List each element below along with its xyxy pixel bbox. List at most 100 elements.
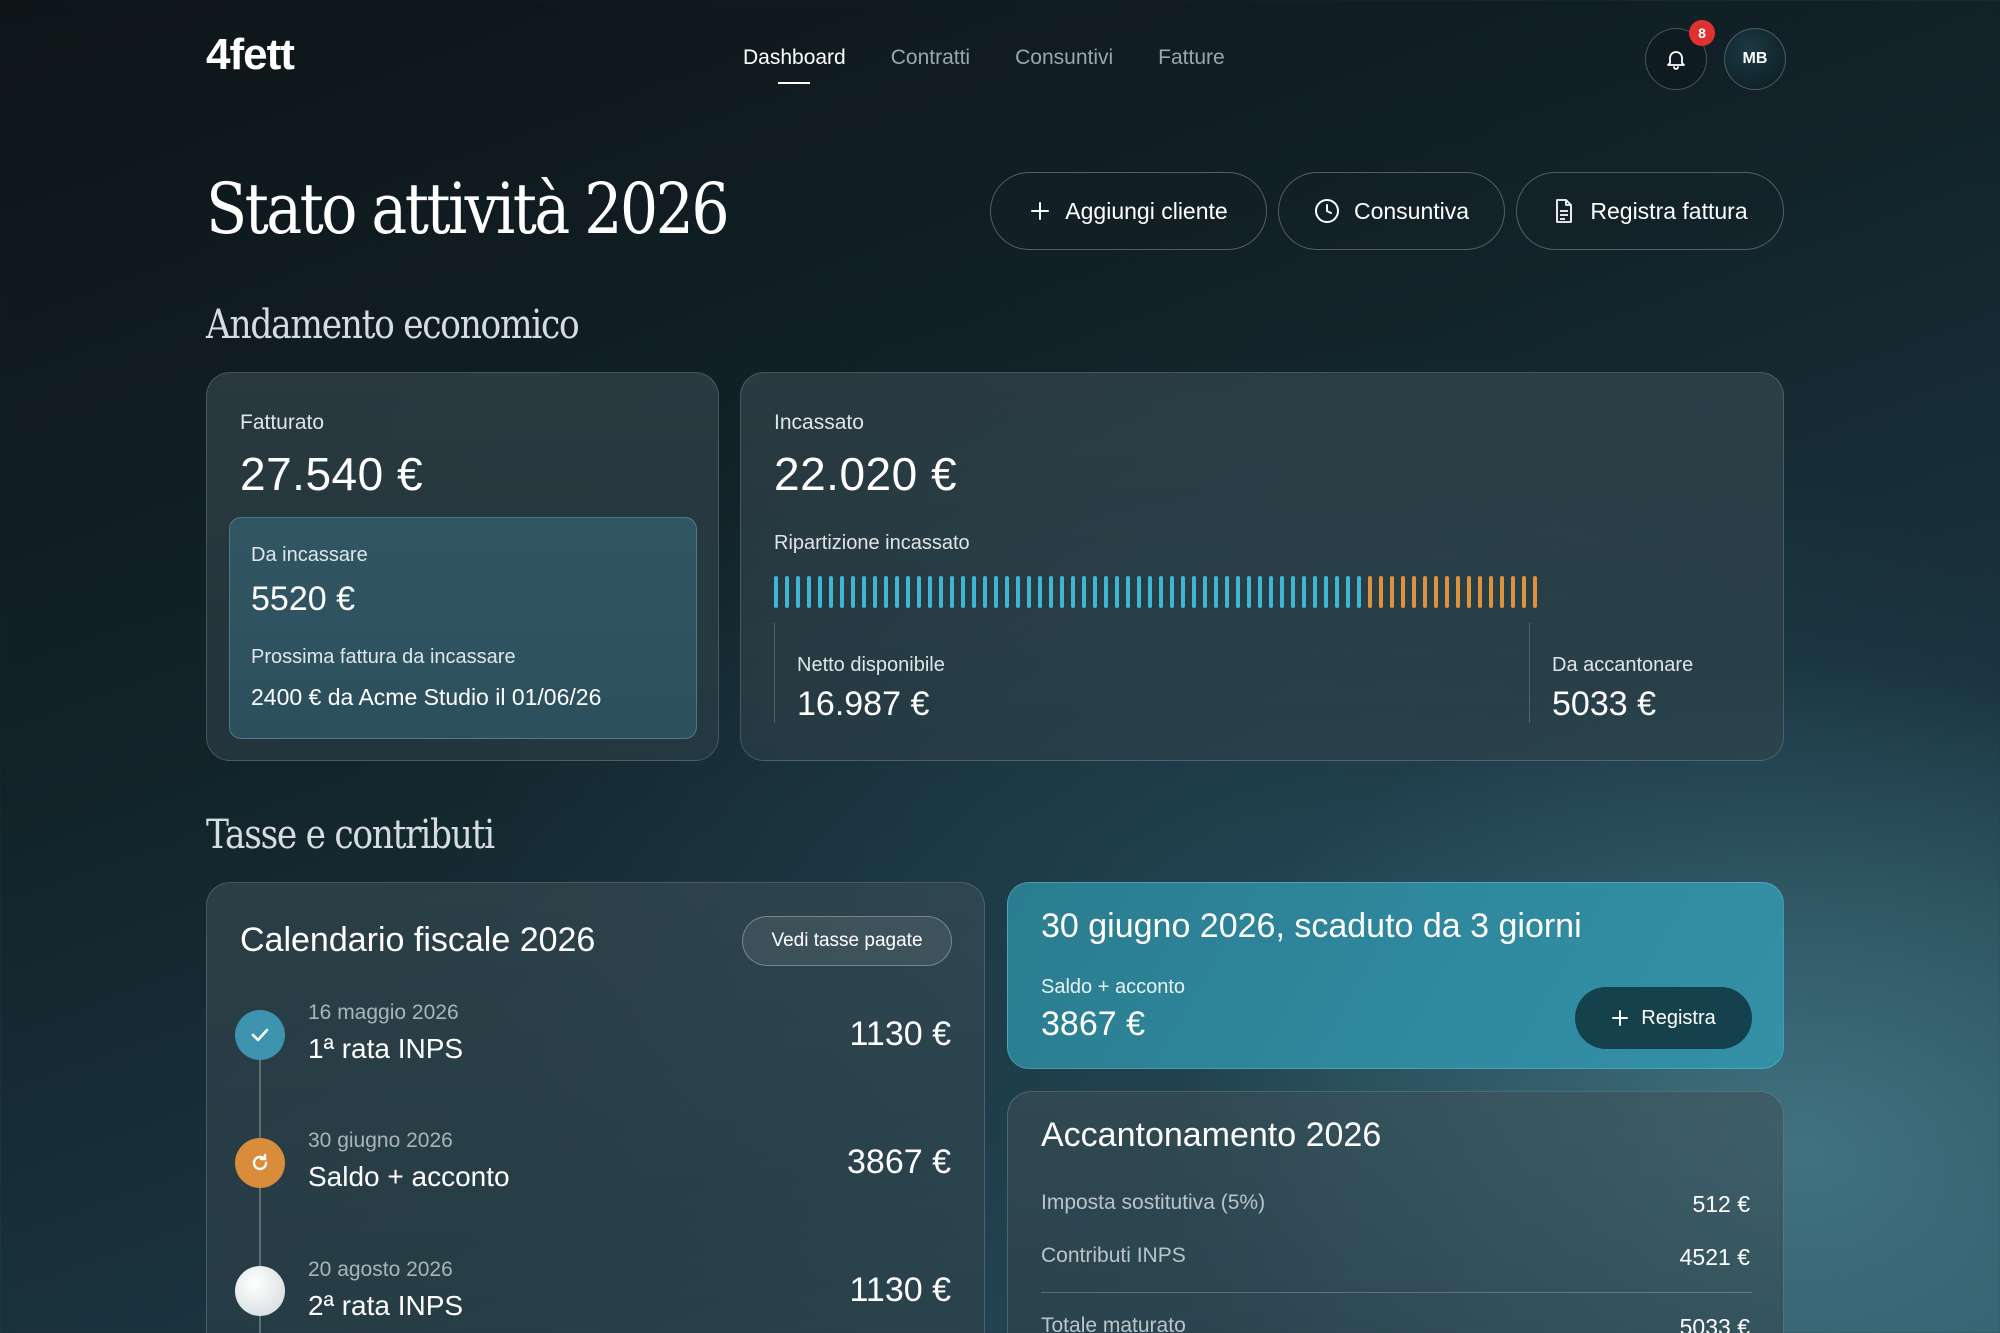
- add-client-label: Aggiungi cliente: [1065, 197, 1228, 224]
- calendar-item-date: 30 giugno 2026: [308, 1129, 453, 1152]
- netto-bar-segment: [1126, 576, 1130, 608]
- add-client-button[interactable]: Aggiungi cliente: [990, 172, 1267, 250]
- incassato-label: Incassato: [774, 411, 864, 434]
- next-invoice-value: 2400 € da Acme Studio il 01/06/26: [251, 684, 602, 710]
- nav-contratti[interactable]: Contratti: [891, 46, 970, 70]
- check-icon: [251, 1028, 269, 1042]
- fatturato-value: 27.540 €: [240, 448, 424, 500]
- user-avatar[interactable]: MB: [1724, 28, 1786, 90]
- main-nav: Dashboard Contratti Consuntivi Fatture: [743, 46, 1225, 84]
- netto-bar-segment: [1203, 576, 1207, 608]
- calendar-item-date: 20 agosto 2026: [308, 1258, 453, 1281]
- accantonamento-card: Accantonamento 2026 Imposta sostitutiva …: [1007, 1091, 1784, 1333]
- nav-dashboard[interactable]: Dashboard: [743, 46, 846, 84]
- netto-bar-segment: [1137, 576, 1141, 608]
- netto-bar-segment: [1071, 576, 1075, 608]
- plus-icon: [1612, 1010, 1629, 1026]
- app-logo[interactable]: 4fett: [206, 30, 295, 80]
- netto-bar-segment: [796, 576, 800, 608]
- page-title: Stato attività 2026: [206, 168, 730, 250]
- da-incassare-card[interactable]: Da incassare 5520 € Prossima fattura da …: [229, 517, 697, 739]
- netto-bar-segment: [1159, 576, 1163, 608]
- ripartizione-label: Ripartizione incassato: [774, 532, 970, 554]
- accantonare-divider: [1529, 623, 1530, 723]
- accantonare-bar-segment: [1456, 576, 1460, 608]
- section-title-tasse: Tasse e contributi: [206, 812, 495, 858]
- accantonare-bar-segment: [1478, 576, 1482, 608]
- accantonare-bar-segment: [1390, 576, 1394, 608]
- netto-bar-segment: [1115, 576, 1119, 608]
- accantonare-bar-segment: [1500, 576, 1504, 608]
- netto-bar-segment: [840, 576, 844, 608]
- accantonare-bar-segment: [1423, 576, 1427, 608]
- accantonare-bar-segment: [1368, 576, 1372, 608]
- register-invoice-button[interactable]: Registra fattura: [1516, 172, 1784, 250]
- netto-bar-segment: [1335, 576, 1339, 608]
- netto-bar-segment: [1302, 576, 1306, 608]
- calendar-item-amount: 1130 €: [849, 1015, 951, 1053]
- accantonare-bar-segment: [1467, 576, 1471, 608]
- fatturato-card: Fatturato 27.540 € Da incassare 5520 € P…: [206, 372, 719, 761]
- netto-bar-segment: [917, 576, 921, 608]
- accantonare-bar-segment: [1533, 576, 1537, 608]
- accantonare-bar-segment: [1522, 576, 1526, 608]
- accantonamento-row-value: 512 €: [1692, 1191, 1750, 1217]
- netto-bar-segment: [1016, 576, 1020, 608]
- notification-badge: 8: [1689, 20, 1715, 46]
- netto-bar-segment: [774, 576, 778, 608]
- scadenza-card: 30 giugno 2026, scaduto da 3 giorni Sald…: [1007, 882, 1784, 1069]
- netto-bar-segment: [972, 576, 976, 608]
- consuntiva-button[interactable]: Consuntiva: [1278, 172, 1505, 250]
- calendar-item-name: Saldo + acconto: [308, 1161, 510, 1192]
- accantonare-label: Da accantonare: [1552, 654, 1694, 676]
- netto-bar-segment: [1247, 576, 1251, 608]
- netto-bar-segment: [1291, 576, 1295, 608]
- accantonamento-row-label: Imposta sostitutiva (5%): [1041, 1191, 1266, 1214]
- netto-bar-segment: [1324, 576, 1328, 608]
- accantonare-value: 5033 €: [1552, 685, 1656, 723]
- da-incassare-value: 5520 €: [251, 580, 355, 618]
- netto-bar-segment: [807, 576, 811, 608]
- accantonare-bar-segment: [1434, 576, 1438, 608]
- netto-bar-segment: [851, 576, 855, 608]
- netto-bar-segment: [785, 576, 789, 608]
- status-upcoming-icon: [235, 1266, 285, 1316]
- netto-bar-segment: [1313, 576, 1317, 608]
- accantonare-bar-segment: [1412, 576, 1416, 608]
- vedi-tasse-pagate-button[interactable]: Vedi tasse pagate: [742, 916, 952, 966]
- accantonamento-total-label: Totale maturato: [1041, 1314, 1186, 1333]
- calendario-title: Calendario fiscale 2026: [240, 921, 596, 959]
- nav-fatture[interactable]: Fatture: [1158, 46, 1225, 70]
- calendario-card: Calendario fiscale 2026 Vedi tasse pagat…: [206, 882, 985, 1333]
- section-title-economico: Andamento economico: [206, 302, 580, 348]
- netto-label: Netto disponibile: [797, 654, 945, 676]
- scadenza-label: Saldo + acconto: [1041, 976, 1185, 998]
- nav-consuntivi[interactable]: Consuntivi: [1015, 46, 1113, 70]
- netto-bar-segment: [873, 576, 877, 608]
- register-invoice-label: Registra fattura: [1590, 197, 1748, 224]
- accantonamento-row-value: 4521 €: [1679, 1244, 1750, 1270]
- scadenza-value: 3867 €: [1041, 1005, 1145, 1043]
- netto-bar-segment: [1148, 576, 1152, 608]
- accantonare-bar-segment: [1511, 576, 1515, 608]
- calendar-item-name: 1ª rata INPS: [308, 1033, 464, 1064]
- netto-bar-segment: [862, 576, 866, 608]
- netto-bar-segment: [1346, 576, 1350, 608]
- da-incassare-label: Da incassare: [251, 544, 368, 566]
- netto-bar-segment: [1181, 576, 1185, 608]
- registra-button[interactable]: Registra: [1575, 987, 1752, 1049]
- ripartizione-bar: [774, 576, 1537, 608]
- status-overdue-icon: [235, 1138, 285, 1188]
- status-paid-icon: [235, 1010, 285, 1060]
- netto-bar-segment: [1038, 576, 1042, 608]
- netto-bar-segment: [895, 576, 899, 608]
- netto-bar-segment: [1060, 576, 1064, 608]
- netto-bar-segment: [939, 576, 943, 608]
- netto-bar-segment: [1225, 576, 1229, 608]
- netto-bar-segment: [818, 576, 822, 608]
- netto-bar-segment: [1170, 576, 1174, 608]
- netto-bar-segment: [1280, 576, 1284, 608]
- bell-icon: [1667, 51, 1685, 70]
- scadenza-title: 30 giugno 2026, scaduto da 3 giorni: [1041, 907, 1582, 945]
- next-invoice-label: Prossima fattura da incassare: [251, 646, 516, 668]
